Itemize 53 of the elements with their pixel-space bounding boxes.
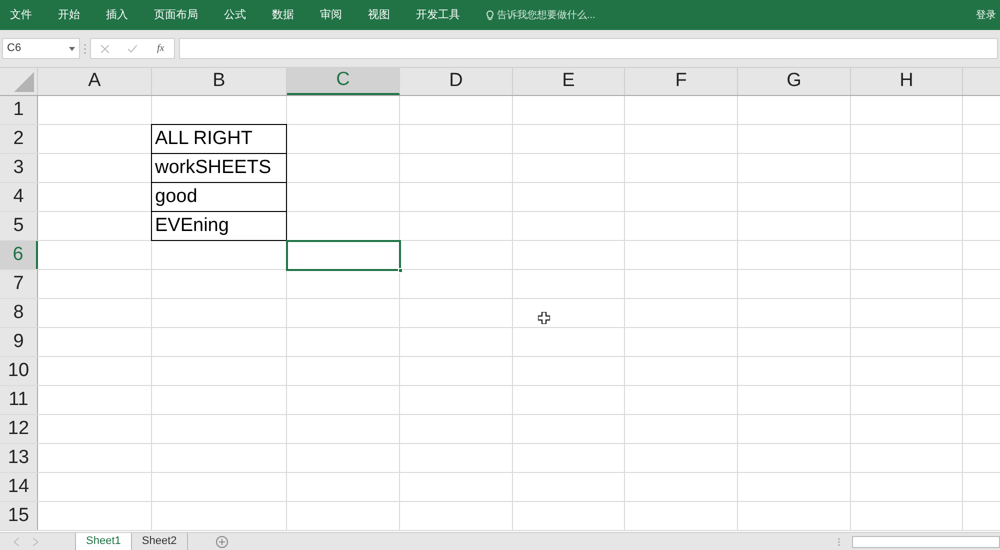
add-sheet-icon[interactable] bbox=[216, 536, 228, 548]
row-header[interactable]: 10 bbox=[0, 357, 38, 385]
row-header[interactable]: 14 bbox=[0, 473, 38, 501]
column-header[interactable]: E bbox=[513, 68, 625, 95]
sheet-tab[interactable]: Sheet2 bbox=[132, 533, 188, 550]
name-box[interactable]: C6 bbox=[2, 38, 80, 59]
menu-tab[interactable]: 页面布局 bbox=[154, 6, 198, 24]
cancel-icon[interactable] bbox=[100, 44, 109, 52]
lightbulb-icon bbox=[486, 10, 494, 20]
menu-tab[interactable]: 开发工具 bbox=[416, 6, 460, 24]
row-header[interactable]: 7 bbox=[0, 270, 38, 298]
row-header[interactable]: 11 bbox=[0, 386, 38, 414]
table-cell: ALL RIGHT bbox=[151, 124, 287, 154]
menu-tab[interactable]: 视图 bbox=[368, 6, 390, 24]
row-header[interactable]: 1 bbox=[0, 96, 38, 124]
table-cell: good bbox=[151, 182, 287, 212]
scroll-right-icon[interactable] bbox=[33, 538, 38, 546]
table-cell: workSHEETS bbox=[151, 153, 287, 183]
row-header[interactable]: 8 bbox=[0, 299, 38, 327]
row-header[interactable]: 15 bbox=[0, 502, 38, 530]
column-header[interactable]: G bbox=[738, 68, 851, 95]
column-header[interactable]: H bbox=[851, 68, 963, 95]
column-header[interactable]: D bbox=[400, 68, 513, 95]
menu-tab[interactable]: 开始 bbox=[58, 6, 80, 24]
row-header[interactable]: 13 bbox=[0, 444, 38, 472]
insert-function-button[interactable]: fx bbox=[156, 41, 164, 56]
row-header[interactable]: 5 bbox=[0, 212, 38, 240]
row-header[interactable]: 2 bbox=[0, 125, 38, 153]
column-header[interactable]: F bbox=[625, 68, 738, 95]
cursor-icon bbox=[538, 312, 550, 324]
menu-tab[interactable]: 审阅 bbox=[320, 6, 342, 24]
sheet-tab[interactable]: Sheet1 bbox=[75, 533, 132, 550]
check-icon[interactable] bbox=[128, 44, 138, 52]
row-header[interactable]: 9 bbox=[0, 328, 38, 356]
menu-tab[interactable]: 数据 bbox=[272, 6, 294, 24]
row-header[interactable]: 12 bbox=[0, 415, 38, 443]
row-header[interactable]: 6 bbox=[0, 241, 38, 269]
scroll-left-icon[interactable] bbox=[14, 538, 19, 546]
table-cell: EVEning bbox=[151, 211, 287, 241]
triangle-icon bbox=[14, 72, 34, 92]
menu-tab[interactable]: 公式 bbox=[224, 6, 246, 24]
menu-tab[interactable]: 插入 bbox=[106, 6, 128, 24]
column-header[interactable]: A bbox=[38, 68, 152, 95]
horizontal-scrollbar[interactable] bbox=[852, 536, 1000, 548]
dropdown-caret-icon bbox=[69, 46, 75, 50]
fill-handle[interactable] bbox=[398, 268, 403, 273]
column-header[interactable]: C bbox=[287, 68, 400, 95]
row-header[interactable]: 3 bbox=[0, 154, 38, 182]
sign-in-link[interactable]: 登录 bbox=[976, 8, 996, 22]
row-header[interactable]: 4 bbox=[0, 183, 38, 211]
formula-input[interactable] bbox=[179, 38, 998, 59]
tell-me-field[interactable]: 告诉我您想要做什么... bbox=[497, 8, 596, 22]
menu-tab[interactable]: 文件 bbox=[10, 6, 32, 24]
